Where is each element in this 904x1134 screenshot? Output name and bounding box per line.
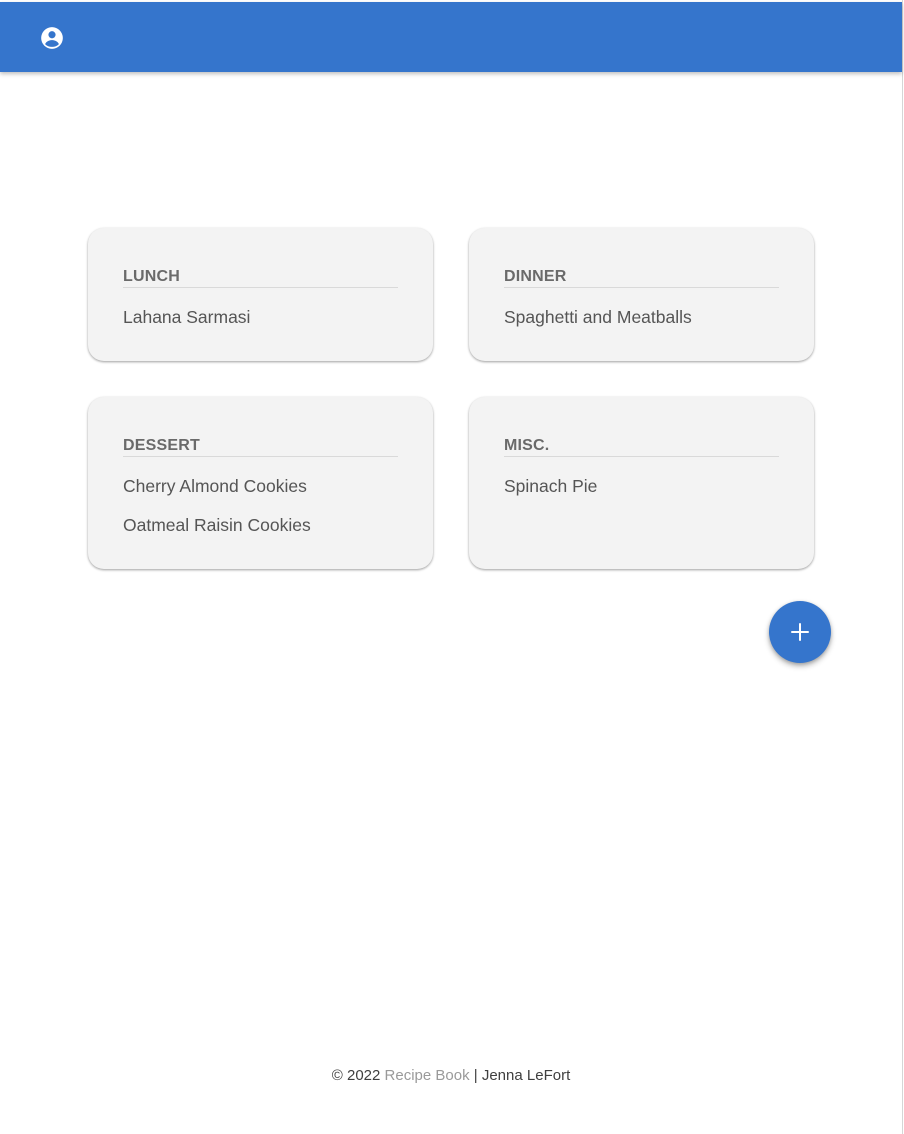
app-bar <box>0 2 902 72</box>
plus-icon <box>791 623 809 641</box>
category-title: MISC. <box>504 437 779 457</box>
recipe-link[interactable]: Spinach Pie <box>504 476 597 496</box>
recipe-link[interactable]: Lahana Sarmasi <box>123 307 250 327</box>
page: LUNCH Lahana Sarmasi DINNER Spaghetti an… <box>0 0 903 1134</box>
copyright-text: © 2022 <box>331 1067 381 1084</box>
category-title: DESSERT <box>123 437 398 457</box>
category-card-lunch: LUNCH Lahana Sarmasi <box>88 228 433 361</box>
category-title: LUNCH <box>123 268 398 288</box>
category-card-dinner: DINNER Spaghetti and Meatballs <box>469 228 814 361</box>
author-name: Jenna LeFort <box>481 1067 571 1084</box>
footer: © 2022 Recipe Book | Jenna LeFort <box>0 1066 902 1086</box>
recipe-link[interactable]: Spaghetti and Meatballs <box>504 307 692 327</box>
category-card-dessert: DESSERT Cherry Almond Cookies Oatmeal Ra… <box>88 397 433 569</box>
category-card-misc: MISC. Spinach Pie <box>469 397 814 569</box>
category-title: DINNER <box>504 268 779 288</box>
brand-link[interactable]: Recipe Book <box>385 1067 470 1084</box>
footer-separator: | <box>473 1067 478 1084</box>
account-button[interactable] <box>39 25 65 51</box>
recipe-link[interactable]: Cherry Almond Cookies <box>123 476 307 496</box>
recipe-link[interactable]: Oatmeal Raisin Cookies <box>123 515 311 535</box>
account-circle-icon <box>41 27 63 49</box>
add-recipe-button[interactable] <box>769 601 831 663</box>
